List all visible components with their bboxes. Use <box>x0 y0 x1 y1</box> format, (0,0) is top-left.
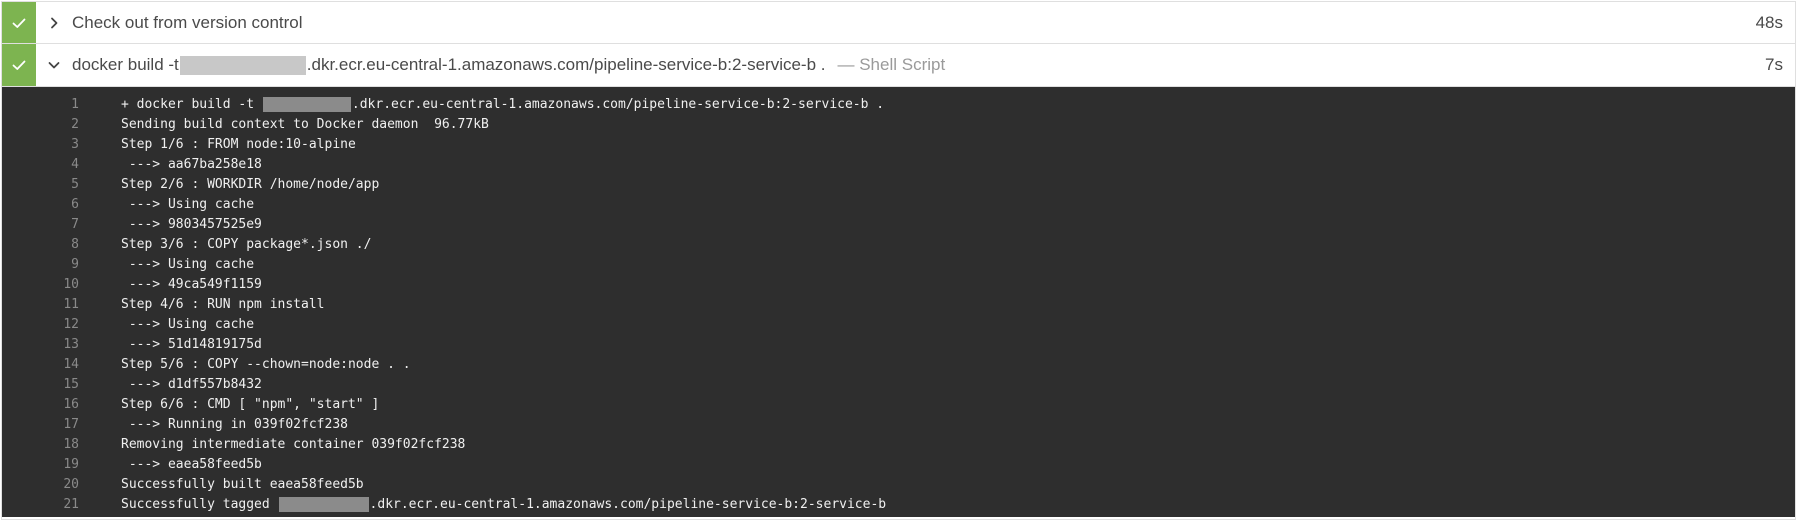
log-line: 11 Step 4/6 : RUN npm install <box>2 295 1795 315</box>
log-text-suffix: .dkr.ecr.eu-central-1.amazonaws.com/pipe… <box>369 497 887 512</box>
log-line: 4 ---> aa67ba258e18 <box>2 155 1795 175</box>
log-line: 13 ---> 51d14819175d <box>2 335 1795 355</box>
log-line: 21 Successfully tagged .dkr.ecr.eu-centra… <box>2 495 1795 515</box>
line-number[interactable]: 3 <box>2 135 79 155</box>
line-number[interactable]: 21 <box>2 495 79 515</box>
step-title: Check out from version control <box>72 12 303 32</box>
log-text-prefix: Successfully tagged <box>121 497 278 512</box>
line-number[interactable]: 4 <box>2 155 79 175</box>
log-text: Step 1/6 : FROM node:10-alpine <box>121 137 356 152</box>
line-number[interactable]: 6 <box>2 195 79 215</box>
redacted-account-id <box>179 55 306 75</box>
log-text: Step 2/6 : WORKDIR /home/node/app <box>121 177 380 192</box>
log-line: 6 ---> Using cache <box>2 195 1795 215</box>
collapse-toggle[interactable] <box>36 44 72 86</box>
line-number[interactable]: 14 <box>2 355 79 375</box>
line-number[interactable]: 9 <box>2 255 79 275</box>
log-line: 3 Step 1/6 : FROM node:10-alpine <box>2 135 1795 155</box>
step-status-success <box>2 44 36 86</box>
step-title-prefix: docker build -t <box>72 55 179 74</box>
log-text: + docker build -t .dkr.ecr.eu-central-1.… <box>79 95 884 115</box>
step-type: — Shell Script <box>837 55 946 74</box>
log-text: ---> d1df557b8432 <box>121 377 262 392</box>
log-line: 8 Step 3/6 : COPY package*.json ./ <box>2 235 1795 255</box>
line-number[interactable]: 12 <box>2 315 79 335</box>
log-line: 5 Step 2/6 : WORKDIR /home/node/app <box>2 175 1795 195</box>
check-icon <box>12 60 26 70</box>
chevron-right-icon <box>51 17 58 28</box>
line-number[interactable]: 1 <box>2 95 79 115</box>
line-number[interactable]: 10 <box>2 275 79 295</box>
log-text: Step 3/6 : COPY package*.json ./ <box>121 237 372 252</box>
chevron-down-icon <box>48 62 60 69</box>
line-number[interactable]: 13 <box>2 335 79 355</box>
step-checkout[interactable]: Check out from version control 48s <box>2 2 1795 44</box>
log-text: ---> eaea58feed5b <box>121 457 262 472</box>
step-duration: 7s <box>1765 55 1783 74</box>
log-text: Sending build context to Docker daemon 9… <box>121 117 489 132</box>
log-text: Step 5/6 : COPY --chown=node:node . . <box>121 357 411 372</box>
line-number[interactable]: 20 <box>2 475 79 495</box>
step-docker-build[interactable]: docker build -t .dkr.ecr.eu-central-1.am… <box>2 44 1795 87</box>
log-text-suffix: .dkr.ecr.eu-central-1.amazonaws.com/pipe… <box>351 97 885 112</box>
log-text: Successfully built eaea58feed5b <box>121 477 364 492</box>
expand-toggle[interactable] <box>36 2 72 43</box>
log-text: Step 6/6 : CMD [ "npm", "start" ] <box>121 397 380 412</box>
log-text: ---> 9803457525e9 <box>121 217 262 232</box>
log-text: ---> Running in 039f02fcf238 <box>121 417 348 432</box>
log-line: 17 ---> Running in 039f02fcf238 <box>2 415 1795 435</box>
log-text: ---> aa67ba258e18 <box>121 157 262 172</box>
line-number[interactable]: 18 <box>2 435 79 455</box>
log-line: 7 ---> 9803457525e9 <box>2 215 1795 235</box>
step-title: docker build -t .dkr.ecr.eu-central-1.am… <box>72 44 1723 86</box>
redacted-account-id <box>278 497 369 512</box>
line-number[interactable]: 2 <box>2 115 79 135</box>
line-number[interactable]: 17 <box>2 415 79 435</box>
log-line: 12 ---> Using cache <box>2 315 1795 335</box>
log-line: 15 ---> d1df557b8432 <box>2 375 1795 395</box>
log-text: Step 4/6 : RUN npm install <box>121 297 325 312</box>
pipeline-step-list: Check out from version control 48s docke… <box>1 1 1796 520</box>
line-number[interactable]: 8 <box>2 235 79 255</box>
step-status-success <box>2 2 36 43</box>
log-text: ---> Using cache <box>121 257 255 272</box>
log-line: 1 + docker build -t .dkr.ecr.eu-central-1… <box>2 95 1795 115</box>
line-number[interactable]: 7 <box>2 215 79 235</box>
log-text-prefix: + docker build -t <box>121 97 262 112</box>
step-duration: 48s <box>1755 12 1783 32</box>
log-text: Removing intermediate container 039f02fc… <box>121 437 466 452</box>
log-text: ---> 51d14819175d <box>121 337 262 352</box>
log-line: 19 ---> eaea58feed5b <box>2 455 1795 475</box>
log-text: ---> 49ca549f1159 <box>121 277 262 292</box>
log-line: 10 ---> 49ca549f1159 <box>2 275 1795 295</box>
line-number[interactable]: 15 <box>2 375 79 395</box>
log-line: 14 Step 5/6 : COPY --chown=node:node . . <box>2 355 1795 375</box>
line-number[interactable]: 11 <box>2 295 79 315</box>
log-text: ---> Using cache <box>121 317 255 332</box>
log-text: Successfully tagged .dkr.ecr.eu-central-… <box>79 495 886 515</box>
log-line: 16 Step 6/6 : CMD [ "npm", "start" ] <box>2 395 1795 415</box>
log-line: 9 ---> Using cache <box>2 255 1795 275</box>
line-number[interactable]: 19 <box>2 455 79 475</box>
console-log[interactable]: 1 + docker build -t .dkr.ecr.eu-central-1… <box>2 87 1795 517</box>
check-icon <box>12 18 26 28</box>
log-line: 20 Successfully built eaea58feed5b <box>2 475 1795 495</box>
step-title-suffix: .dkr.ecr.eu-central-1.amazonaws.com/pipe… <box>306 55 826 74</box>
line-number[interactable]: 5 <box>2 175 79 195</box>
redacted-account-id <box>262 97 351 112</box>
log-line: 18 Removing intermediate container 039f02… <box>2 435 1795 455</box>
line-number[interactable]: 16 <box>2 395 79 415</box>
log-line: 2 Sending build context to Docker daemon … <box>2 115 1795 135</box>
log-text: ---> Using cache <box>121 197 255 212</box>
